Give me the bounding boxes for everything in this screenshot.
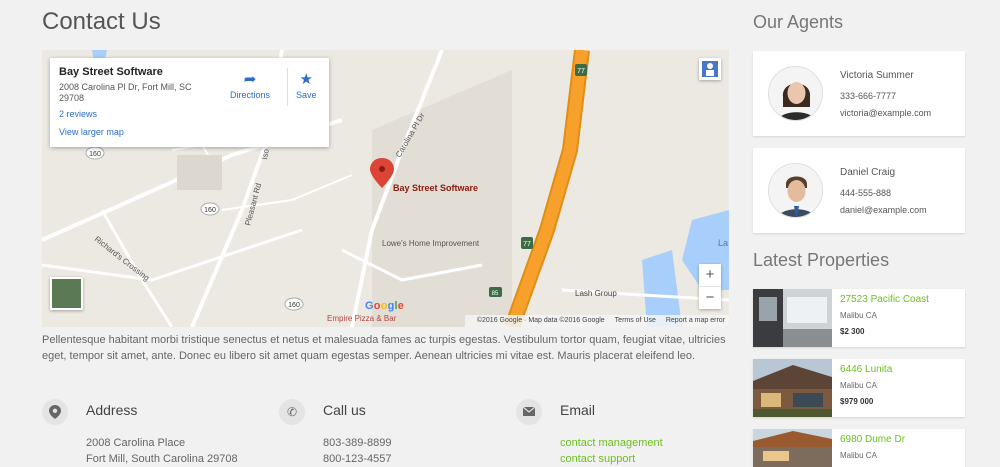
save-button[interactable]: ★ Save [296, 70, 317, 100]
poi-lowes-line: Lowe's Home Improvement [382, 239, 480, 248]
property-location: Malibu CA [840, 381, 877, 390]
agent-phone[interactable]: 333-666-7777 [840, 91, 896, 101]
agent-name: Victoria Summer [840, 70, 914, 81]
pegman-icon [702, 61, 718, 77]
poi-empire-pizza: Empire Pizza & Bar [327, 314, 397, 323]
agent-email[interactable]: daniel@example.com [840, 205, 927, 215]
route-160-shield-c: 160 [288, 302, 300, 309]
marker-label: Bay Street Software [393, 183, 478, 193]
properties-heading: Latest Properties [753, 250, 890, 270]
address-line-1: 2008 Carolina Place [86, 437, 186, 449]
page-title: Contact Us [42, 8, 161, 35]
agent-avatar [768, 66, 823, 121]
route-160-shield-b: 160 [204, 207, 216, 214]
property-photo [753, 429, 832, 467]
directions-label: Directions [230, 90, 271, 100]
place-name: Bay Street Software [59, 66, 163, 78]
contact-description: Pellentesque habitant morbi tristique se… [42, 334, 726, 362]
property-price: $2 300 [840, 327, 865, 336]
place-address: 2008 Carolina Pl Dr, Fort Mill, SC 29708 [59, 82, 192, 103]
star-icon: ★ [299, 71, 313, 88]
address-lines: 2008 Carolina Place Fort Mill, South Car… [86, 435, 238, 467]
directions-icon: ➦ [243, 71, 257, 88]
property-card[interactable]: 6980 Dume Dr Malibu CA [753, 429, 965, 467]
phone-lines: 803-389-8899 800-123-4557 [323, 435, 392, 467]
property-card[interactable]: 6446 Lunita Malibu CA $979 000 [753, 359, 965, 417]
terms-of-use-link[interactable]: Terms of Use [615, 317, 656, 324]
zoom-controls: + − [699, 264, 721, 309]
reviews-link[interactable]: 2 reviews [59, 109, 320, 119]
agent-card[interactable]: Victoria Summer 333-666-7777 victoria@ex… [753, 51, 965, 136]
satellite-view-toggle[interactable] [50, 277, 83, 310]
agent-avatar [768, 163, 823, 218]
map-copyright: ©2016 Google · Map data ©2016 Google [476, 317, 605, 324]
address-line-2: Fort Mill, South Carolina 29708 [86, 453, 238, 465]
property-photo [753, 359, 832, 417]
poi-lash-group: Lash Group [575, 289, 617, 298]
call-title: Call us [323, 402, 366, 418]
road-label-iso: Iso [260, 148, 271, 161]
property-name[interactable]: 6980 Dume Dr [840, 434, 905, 445]
place-info-card: Bay Street Software 2008 Carolina Pl Dr,… [50, 58, 329, 147]
property-name[interactable]: 27523 Pacific Coast [840, 294, 929, 305]
phone-icon: ✆ [279, 399, 305, 425]
email-title: Email [560, 402, 596, 418]
google-logo: Google [365, 300, 405, 312]
property-photo [753, 289, 832, 347]
contact-support-link[interactable]: contact support [560, 451, 663, 467]
water-label-fragment: La [718, 238, 728, 248]
agent-name: Daniel Craig [840, 167, 896, 178]
phone-line-2[interactable]: 800-123-4557 [323, 451, 392, 467]
info-divider [287, 68, 288, 106]
street-view-pegman-button[interactable] [699, 58, 721, 80]
envelope-icon [516, 399, 542, 425]
embedded-map[interactable]: 77 77 85 160 160 160 Carolina Pl Dr Plea… [42, 50, 729, 327]
route-160-shield-a: 160 [89, 151, 101, 158]
agent-card[interactable]: Daniel Craig 444-555-888 daniel@example.… [753, 148, 965, 233]
property-card[interactable]: 27523 Pacific Coast Malibu CA $2 300 [753, 289, 965, 347]
save-label: Save [296, 90, 317, 100]
poi-lowes-label: Lowe's Home Improvement [382, 239, 480, 248]
address-title: Address [86, 402, 138, 418]
property-location: Malibu CA [840, 311, 877, 320]
directions-button[interactable]: ➦ Directions [230, 70, 270, 100]
email-links: contact management contact support [560, 435, 663, 467]
agent-phone[interactable]: 444-555-888 [840, 188, 891, 198]
map-attribution-bar: ©2016 Google · Map data ©2016 Google Ter… [464, 315, 729, 327]
location-pin-icon [42, 399, 68, 425]
zoom-in-button[interactable]: + [699, 264, 721, 286]
route-85-shield: 85 [492, 291, 499, 297]
property-price: $979 000 [840, 397, 874, 406]
agent-email[interactable]: victoria@example.com [840, 108, 931, 118]
agents-heading: Our Agents [753, 12, 844, 32]
contact-management-link[interactable]: contact management [560, 435, 663, 451]
route-77-shield-top: 77 [577, 68, 585, 75]
property-name[interactable]: 6446 Lunita [840, 364, 892, 375]
contact-page: Contact Us 77 77 85 160 160 160 Carolina… [0, 0, 1000, 467]
route-77-shield-bottom: 77 [523, 241, 531, 248]
phone-line-1[interactable]: 803-389-8899 [323, 435, 392, 451]
report-map-error-link[interactable]: Report a map error [666, 317, 725, 324]
view-larger-map-link[interactable]: View larger map [59, 127, 320, 137]
zoom-out-button[interactable]: − [699, 287, 721, 309]
property-location: Malibu CA [840, 451, 877, 460]
